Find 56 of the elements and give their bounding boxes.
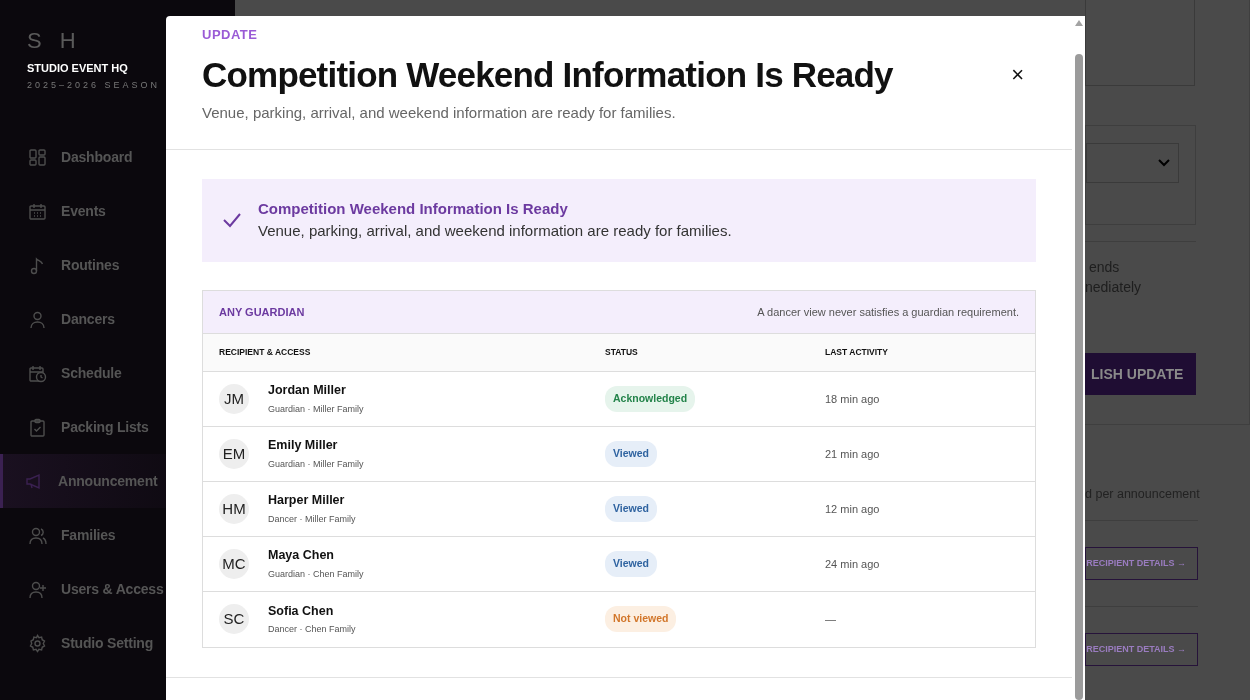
details-button[interactable]: RECIPIENT DETAILS → (1085, 633, 1198, 666)
settings-icon (28, 633, 47, 653)
check-icon (222, 212, 242, 229)
people-icon (28, 525, 47, 545)
notice-title: Competition Weekend Information Is Ready (258, 198, 569, 219)
avatar: JM (219, 383, 249, 414)
last-activity: 21 min ago (825, 446, 881, 462)
grid-icon (28, 147, 47, 167)
notice-text: Venue, parking, arrival, and weekend information are ready for families. (258, 221, 732, 242)
details-button[interactable]: RECIPIENT DETAILS → (1085, 547, 1198, 580)
status-badge: Acknowledged (605, 385, 696, 412)
recipient-access: Dancer · Miller Family (268, 512, 356, 526)
calendar-icon (28, 201, 47, 221)
avatar: MC (219, 548, 249, 579)
recipient-name: Sofia Chen (268, 602, 335, 620)
studio-name: STUDIO EVENT HQ (26, 61, 129, 76)
status-badge: Not viewed (605, 606, 677, 633)
recipient-access: Guardian · Miller Family (268, 457, 364, 471)
modal-subtitle: Venue, parking, arrival, and weekend information are ready for families. (202, 103, 677, 124)
season-label: 2025–2026 SEASON (26, 78, 161, 92)
recipient-access: Guardian · Miller Family (268, 402, 364, 416)
avatar: SC (219, 604, 249, 635)
sidebar-item[interactable]: Routines (0, 238, 235, 292)
avatar: EM (219, 438, 249, 469)
column-header: STATUS (605, 345, 639, 359)
chevron-down-icon (1158, 159, 1170, 167)
column-header: RECIPIENT & ACCESS (219, 345, 312, 359)
recipient-name: Harper Miller (268, 492, 346, 510)
calendar-clock-icon (28, 363, 47, 383)
column-header: LAST ACTIVITY (825, 345, 889, 359)
last-activity: — (825, 612, 837, 627)
last-activity: 24 min ago (825, 556, 881, 572)
sidebar-item[interactable]: Dashboard (0, 130, 235, 184)
status-badge: Viewed (605, 440, 657, 467)
recipient-name: Maya Chen (268, 547, 335, 565)
group-label: ANY GUARDIAN (219, 304, 305, 320)
last-activity: 18 min ago (825, 391, 881, 407)
select-field[interactable] (1086, 143, 1179, 183)
logo-initials: S H (26, 30, 82, 52)
status-badge: Viewed (605, 550, 657, 577)
last-activity: 12 min ago (825, 501, 881, 517)
recipient-name: Emily Miller (268, 437, 339, 455)
modal-title: Competition Weekend Information Is Ready (202, 53, 893, 96)
person-plus-icon (28, 579, 47, 599)
recipient-access: Dancer · Chen Family (268, 623, 356, 637)
status-badge: Viewed (605, 495, 657, 522)
close-button[interactable]: × (1007, 64, 1028, 86)
publish-button[interactable]: LISH UPDATE (1085, 353, 1196, 395)
clipboard-check-icon (28, 417, 47, 437)
avatar: HM (219, 493, 249, 524)
person-icon (28, 309, 47, 329)
eyebrow-label: UPDATE (202, 26, 258, 44)
recipient-name: Jordan Miller (268, 382, 347, 400)
group-note: A dancer view never satisfies a guardian requirement. (757, 304, 1019, 320)
recipient-access: Guardian · Chen Family (268, 567, 364, 581)
sidebar-item[interactable]: Events (0, 184, 235, 238)
